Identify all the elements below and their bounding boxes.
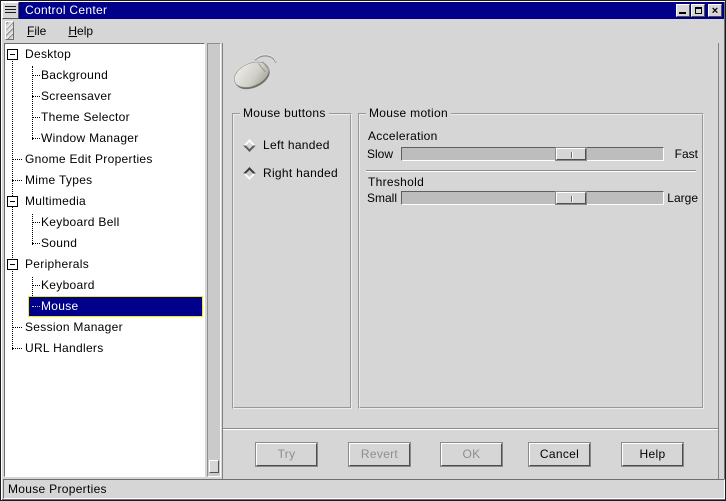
maximize-icon [695, 7, 702, 14]
control-center-window: Control Center × File Help Desktop Backg… [0, 0, 726, 501]
window-menu-button[interactable] [2, 2, 19, 19]
minimize-icon [679, 12, 686, 14]
help-button[interactable]: Help [622, 443, 683, 466]
collapse-minus-icon[interactable] [7, 49, 18, 60]
close-icon: × [712, 6, 718, 16]
frame-legend: Mouse buttons [240, 106, 329, 120]
tree-item-keyboard[interactable]: Keyboard [5, 275, 204, 296]
threshold-label: Threshold [368, 175, 424, 189]
slider-max-label: Large [667, 191, 698, 205]
tree-item-desktop[interactable]: Desktop [5, 44, 204, 65]
radio-left-handed[interactable]: Left handed [242, 137, 330, 153]
mouse-buttons-frame: Mouse buttons Left handed Right handed [232, 113, 352, 409]
slider-handle[interactable] [556, 192, 586, 204]
slider-min-label: Small [367, 191, 397, 205]
revert-button[interactable]: Revert [349, 443, 410, 466]
tree-item-window-manager[interactable]: Window Manager [5, 128, 204, 149]
tree-item-background[interactable]: Background [5, 65, 204, 86]
scrollbar-thumb[interactable] [209, 460, 219, 473]
tree-item-session-manager[interactable]: Session Manager [5, 317, 204, 338]
window-controls: × [675, 2, 724, 19]
collapse-minus-icon[interactable] [7, 196, 18, 207]
hamburger-menu-icon [5, 6, 16, 15]
tree-item-theme-selector[interactable]: Theme Selector [5, 107, 204, 128]
threshold-slider-row: Small Large [360, 190, 702, 205]
tree-item-peripherals[interactable]: Peripherals [5, 254, 204, 275]
separator [366, 170, 696, 172]
slider-max-label: Fast [675, 147, 698, 161]
titlebar[interactable]: Control Center × [2, 2, 724, 19]
acceleration-slider-row: Slow Fast [360, 146, 702, 161]
menu-file[interactable]: File [18, 21, 55, 41]
window-title: Control Center [19, 2, 675, 19]
cancel-button[interactable]: Cancel [529, 443, 590, 466]
close-button[interactable]: × [708, 4, 722, 17]
minimize-button[interactable] [676, 4, 690, 17]
tree-item-sound[interactable]: Sound [5, 233, 204, 254]
menubar: File Help [2, 19, 724, 42]
collapse-minus-icon[interactable] [7, 259, 18, 270]
capplet-tree: Desktop Background Screensaver Theme Sel… [4, 43, 205, 477]
tree-item-gnome-edit-properties[interactable]: Gnome Edit Properties [5, 149, 204, 170]
separator [223, 428, 718, 430]
acceleration-slider[interactable] [401, 147, 664, 161]
acceleration-label: Acceleration [368, 129, 438, 143]
radio-right-handed[interactable]: Right handed [242, 165, 338, 181]
tree-item-mime-types[interactable]: Mime Types [5, 170, 204, 191]
tree-item-multimedia[interactable]: Multimedia [5, 191, 204, 212]
threshold-slider[interactable] [401, 191, 664, 205]
tree-item-keyboard-bell[interactable]: Keyboard Bell [5, 212, 204, 233]
status-bar: Mouse Properties [3, 479, 725, 499]
ok-button[interactable]: OK [441, 443, 502, 466]
menu-help[interactable]: Help [59, 21, 102, 41]
radio-unselected-icon[interactable] [243, 139, 256, 152]
maximize-button[interactable] [691, 4, 705, 17]
slider-handle[interactable] [556, 148, 586, 160]
mouse-illustration [229, 51, 281, 95]
tree-item-mouse[interactable]: Mouse [5, 296, 204, 317]
try-button[interactable]: Try [256, 443, 317, 466]
mouse-motion-frame: Mouse motion Acceleration Slow Fast Thre… [358, 113, 704, 409]
radio-selected-icon[interactable] [243, 167, 256, 180]
tree-item-url-handlers[interactable]: URL Handlers [5, 338, 204, 359]
menubar-grip-handle[interactable] [5, 21, 14, 40]
slider-min-label: Slow [367, 147, 393, 161]
tree-vertical-scrollbar[interactable] [207, 43, 221, 477]
mouse-settings-panel: Mouse buttons Left handed Right handed M… [222, 43, 719, 479]
action-button-row: Try Revert OK Cancel Help [223, 443, 718, 467]
tree-item-screensaver[interactable]: Screensaver [5, 86, 204, 107]
frame-legend: Mouse motion [366, 106, 451, 120]
